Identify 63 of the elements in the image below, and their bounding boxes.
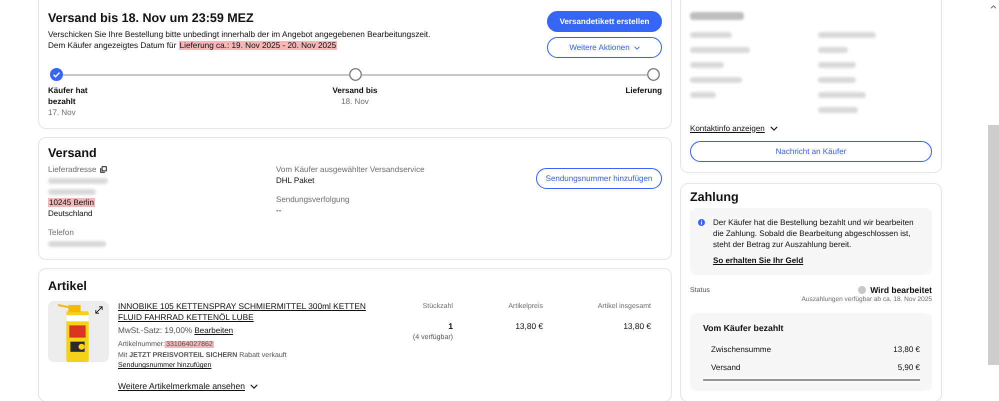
redacted-text [818,107,858,113]
field-value: -- [276,205,282,216]
message-buyer-button[interactable]: Nachricht an Käufer [690,140,932,162]
card-title: Zahlung [690,190,740,204]
step-date: 17. Nov [48,107,76,118]
redacted-text [48,178,108,184]
payout-help-link[interactable]: So erhalten Sie Ihr Geld [713,254,804,266]
item-title-link[interactable]: INNOBIKE 105 KETTENSPRAY SCHMIERMITTEL 300ml KETTEN FLUID FAHRRAD KETTENÖL LUBE [118,301,368,323]
info-text: Der Käufer hat die Bestellung bezahlt und wir bearbeiten die Zahlung. Sobald die Bearbeitung abgeschlossen ist, steht der Betrag zur Auszahlung bereit. [713,216,915,250]
status-dot-icon [858,286,866,294]
expand-icon[interactable] [95,306,103,314]
redacted-text [818,62,856,68]
add-tracking-button[interactable]: Sendungsnummer hinzufügen [536,168,662,189]
status-text: Wird bearbeitet [870,284,932,294]
chevron-down-icon [634,46,640,50]
redacted-text [48,188,96,194]
redacted-text [690,62,724,68]
redacted-text [690,92,716,98]
redacted-text [818,32,876,38]
card-title: Artikel [48,279,88,293]
redacted-text [48,240,106,246]
more-details-link[interactable]: Weitere Artikelmerkmale ansehen [118,381,258,391]
step-label: Versand bis [332,85,378,96]
card-title: Versand [48,146,98,160]
field-label: Lieferadresse [48,164,96,175]
city-text: 10245 Berlin [48,198,95,207]
redacted-text [690,32,732,38]
instruction-text: Verschicken Sie Ihre Bestellung bitte unbedingt innerhalb der im Angebot angegebenen Bearbeitungszeit. [48,29,430,40]
copy-icon[interactable] [100,166,108,173]
redacted-text [818,92,866,98]
field-label: Sendungsverfolgung [276,194,350,205]
redacted-text [818,77,856,83]
scrollbar-thumb[interactable] [988,125,999,365]
redacted-text [818,47,848,53]
card-title: Versand bis 18. Nov um 23:59 MEZ [48,11,255,25]
chevron-down-icon [770,126,778,130]
country-text: Deutschland [48,208,92,219]
quantity-text: 1 [448,321,453,332]
field-label: Vom Käufer ausgewählter Versandservice [276,164,425,175]
total-text: 13,80 € [623,321,651,332]
redacted-text [690,77,742,83]
more-actions-button[interactable]: Weitere Aktionen [547,37,662,58]
redacted-text [690,47,750,53]
summary-amount: 5,90 € [898,362,920,372]
step-date: 18. Nov [341,96,369,107]
summary-label: Zwischensumme [711,344,772,354]
field-label: Telefon [48,227,74,238]
redacted-text [690,12,744,20]
info-icon [698,218,705,226]
contact-info-link[interactable]: Kontaktinfo anzeigen [690,124,778,132]
delivery-date-text: Dem Käufer angezeigtes Datum für Lieferung ca.: 19. Nov 2025 - 20. Nov 2025 [48,40,338,51]
summary-label: Versand [711,362,740,372]
step-label: Lieferung [626,85,662,96]
vat-text: MwSt.-Satz: 19,00% [118,326,192,335]
chevron-down-icon [250,384,258,388]
step-label: Käufer hat bezahlt [48,85,89,107]
price-text: 13,80 € [515,321,543,332]
edit-link[interactable]: Bearbeiten [194,326,234,335]
summary-amount: 13,80 € [893,344,920,354]
summary-title: Vom Käufer bezahlt [703,322,784,332]
field-value: DHL Paket [276,175,314,186]
scroll-up-icon[interactable] [990,5,997,9]
create-label-button[interactable]: Versandetikett erstellen [547,11,662,32]
